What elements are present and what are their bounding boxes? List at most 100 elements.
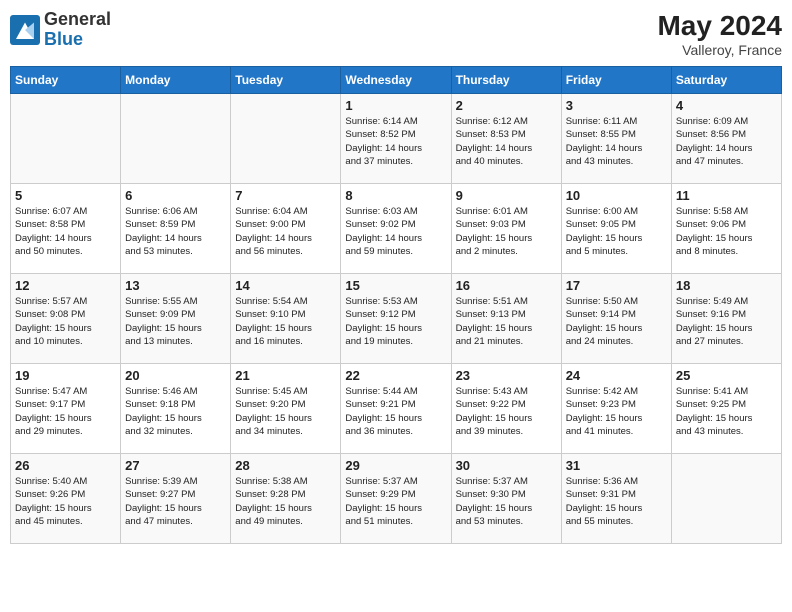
calendar-cell: 28 Sunrise: 5:38 AM Sunset: 9:28 PM Dayli…: [231, 454, 341, 544]
cell-info: Sunrise: 5:40 AM Sunset: 9:26 PM Dayligh…: [15, 475, 116, 528]
cell-info: Sunrise: 6:06 AM Sunset: 8:59 PM Dayligh…: [125, 205, 226, 258]
cell-info: Sunrise: 5:47 AM Sunset: 9:17 PM Dayligh…: [15, 385, 116, 438]
cell-info: Sunrise: 5:37 AM Sunset: 9:29 PM Dayligh…: [345, 475, 446, 528]
calendar-header: SundayMondayTuesdayWednesdayThursdayFrid…: [11, 67, 782, 94]
cell-info: Sunrise: 6:00 AM Sunset: 9:05 PM Dayligh…: [566, 205, 667, 258]
cell-info: Sunrise: 5:38 AM Sunset: 9:28 PM Dayligh…: [235, 475, 336, 528]
logo-text: General Blue: [44, 10, 111, 50]
logo: General Blue: [10, 10, 111, 50]
calendar-cell: 27 Sunrise: 5:39 AM Sunset: 9:27 PM Dayli…: [121, 454, 231, 544]
cell-info: Sunrise: 5:57 AM Sunset: 9:08 PM Dayligh…: [15, 295, 116, 348]
day-number: 22: [345, 368, 446, 383]
calendar-cell: 21Sunrise: 5:45 AM Sunset: 9:20 PM Dayli…: [231, 364, 341, 454]
day-number: 24: [566, 368, 667, 383]
week-row-4: 19 Sunrise: 5:47 AM Sunset: 9:17 PM Dayli…: [11, 364, 782, 454]
calendar-cell: 29 Sunrise: 5:37 AM Sunset: 9:29 PM Dayli…: [341, 454, 451, 544]
logo-icon: [10, 15, 40, 45]
page-header: General Blue May 2024 Valleroy, France: [10, 10, 782, 58]
calendar-cell: 5 Sunrise: 6:07 AM Sunset: 8:58 PM Daylig…: [11, 184, 121, 274]
calendar-cell: 26 Sunrise: 5:40 AM Sunset: 9:26 PM Dayli…: [11, 454, 121, 544]
day-number: 21: [235, 368, 336, 383]
cell-info: Sunrise: 5:43 AM Sunset: 9:22 PM Dayligh…: [456, 385, 557, 438]
cell-info: Sunrise: 5:42 AM Sunset: 9:23 PM Dayligh…: [566, 385, 667, 438]
calendar-table: SundayMondayTuesdayWednesdayThursdayFrid…: [10, 66, 782, 544]
calendar-cell: 22 Sunrise: 5:44 AM Sunset: 9:21 PM Dayli…: [341, 364, 451, 454]
calendar-cell: 16Sunrise: 5:51 AM Sunset: 9:13 PM Dayli…: [451, 274, 561, 364]
week-row-3: 12 Sunrise: 5:57 AM Sunset: 9:08 PM Dayli…: [11, 274, 782, 364]
cell-info: Sunrise: 5:53 AM Sunset: 9:12 PM Dayligh…: [345, 295, 446, 348]
cell-info: Sunrise: 5:55 AM Sunset: 9:09 PM Dayligh…: [125, 295, 226, 348]
day-number: 14: [235, 278, 336, 293]
day-number: 30: [456, 458, 557, 473]
day-number: 8: [345, 188, 446, 203]
header-cell-tuesday: Tuesday: [231, 67, 341, 94]
cell-info: Sunrise: 6:11 AM Sunset: 8:55 PM Dayligh…: [566, 115, 667, 168]
cell-info: Sunrise: 5:36 AM Sunset: 9:31 PM Dayligh…: [566, 475, 667, 528]
cell-info: Sunrise: 6:09 AM Sunset: 8:56 PM Dayligh…: [676, 115, 777, 168]
day-number: 2: [456, 98, 557, 113]
week-row-5: 26 Sunrise: 5:40 AM Sunset: 9:26 PM Dayli…: [11, 454, 782, 544]
calendar-cell: 30 Sunrise: 5:37 AM Sunset: 9:30 PM Dayli…: [451, 454, 561, 544]
calendar-cell: [671, 454, 781, 544]
week-row-1: 1Sunrise: 6:14 AM Sunset: 8:52 PM Daylig…: [11, 94, 782, 184]
cell-info: Sunrise: 5:50 AM Sunset: 9:14 PM Dayligh…: [566, 295, 667, 348]
day-number: 9: [456, 188, 557, 203]
calendar-cell: [121, 94, 231, 184]
header-cell-thursday: Thursday: [451, 67, 561, 94]
day-number: 18: [676, 278, 777, 293]
header-cell-monday: Monday: [121, 67, 231, 94]
cell-info: Sunrise: 6:12 AM Sunset: 8:53 PM Dayligh…: [456, 115, 557, 168]
calendar-cell: 23 Sunrise: 5:43 AM Sunset: 9:22 PM Dayli…: [451, 364, 561, 454]
calendar-cell: 4Sunrise: 6:09 AM Sunset: 8:56 PM Daylig…: [671, 94, 781, 184]
calendar-cell: 31Sunrise: 5:36 AM Sunset: 9:31 PM Dayli…: [561, 454, 671, 544]
day-number: 3: [566, 98, 667, 113]
day-number: 5: [15, 188, 116, 203]
cell-info: Sunrise: 5:37 AM Sunset: 9:30 PM Dayligh…: [456, 475, 557, 528]
cell-info: Sunrise: 5:54 AM Sunset: 9:10 PM Dayligh…: [235, 295, 336, 348]
day-number: 27: [125, 458, 226, 473]
day-number: 19: [15, 368, 116, 383]
cell-info: Sunrise: 5:44 AM Sunset: 9:21 PM Dayligh…: [345, 385, 446, 438]
calendar-cell: 19 Sunrise: 5:47 AM Sunset: 9:17 PM Dayli…: [11, 364, 121, 454]
day-number: 11: [676, 188, 777, 203]
calendar-cell: 11Sunrise: 5:58 AM Sunset: 9:06 PM Dayli…: [671, 184, 781, 274]
cell-info: Sunrise: 6:04 AM Sunset: 9:00 PM Dayligh…: [235, 205, 336, 258]
calendar-cell: 14 Sunrise: 5:54 AM Sunset: 9:10 PM Dayli…: [231, 274, 341, 364]
day-number: 23: [456, 368, 557, 383]
calendar-cell: 2 Sunrise: 6:12 AM Sunset: 8:53 PM Daylig…: [451, 94, 561, 184]
week-row-2: 5 Sunrise: 6:07 AM Sunset: 8:58 PM Daylig…: [11, 184, 782, 274]
calendar-cell: 17Sunrise: 5:50 AM Sunset: 9:14 PM Dayli…: [561, 274, 671, 364]
cell-info: Sunrise: 5:41 AM Sunset: 9:25 PM Dayligh…: [676, 385, 777, 438]
cell-info: Sunrise: 6:07 AM Sunset: 8:58 PM Dayligh…: [15, 205, 116, 258]
calendar-cell: 10 Sunrise: 6:00 AM Sunset: 9:05 PM Dayli…: [561, 184, 671, 274]
calendar-cell: 6 Sunrise: 6:06 AM Sunset: 8:59 PM Daylig…: [121, 184, 231, 274]
cell-info: Sunrise: 5:39 AM Sunset: 9:27 PM Dayligh…: [125, 475, 226, 528]
day-number: 25: [676, 368, 777, 383]
header-cell-wednesday: Wednesday: [341, 67, 451, 94]
calendar-cell: 13Sunrise: 5:55 AM Sunset: 9:09 PM Dayli…: [121, 274, 231, 364]
cell-info: Sunrise: 5:49 AM Sunset: 9:16 PM Dayligh…: [676, 295, 777, 348]
location-subtitle: Valleroy, France: [657, 42, 782, 58]
header-cell-friday: Friday: [561, 67, 671, 94]
day-number: 10: [566, 188, 667, 203]
header-cell-saturday: Saturday: [671, 67, 781, 94]
calendar-cell: 25 Sunrise: 5:41 AM Sunset: 9:25 PM Dayli…: [671, 364, 781, 454]
cell-info: Sunrise: 6:14 AM Sunset: 8:52 PM Dayligh…: [345, 115, 446, 168]
day-number: 6: [125, 188, 226, 203]
calendar-cell: [11, 94, 121, 184]
calendar-cell: 24 Sunrise: 5:42 AM Sunset: 9:23 PM Dayli…: [561, 364, 671, 454]
day-number: 29: [345, 458, 446, 473]
header-row: SundayMondayTuesdayWednesdayThursdayFrid…: [11, 67, 782, 94]
day-number: 20: [125, 368, 226, 383]
day-number: 26: [15, 458, 116, 473]
day-number: 28: [235, 458, 336, 473]
day-number: 12: [15, 278, 116, 293]
calendar-cell: [231, 94, 341, 184]
day-number: 7: [235, 188, 336, 203]
calendar-cell: 7 Sunrise: 6:04 AM Sunset: 9:00 PM Daylig…: [231, 184, 341, 274]
calendar-cell: 12 Sunrise: 5:57 AM Sunset: 9:08 PM Dayli…: [11, 274, 121, 364]
calendar-cell: 18 Sunrise: 5:49 AM Sunset: 9:16 PM Dayli…: [671, 274, 781, 364]
header-cell-sunday: Sunday: [11, 67, 121, 94]
cell-info: Sunrise: 6:01 AM Sunset: 9:03 PM Dayligh…: [456, 205, 557, 258]
calendar-cell: 20Sunrise: 5:46 AM Sunset: 9:18 PM Dayli…: [121, 364, 231, 454]
